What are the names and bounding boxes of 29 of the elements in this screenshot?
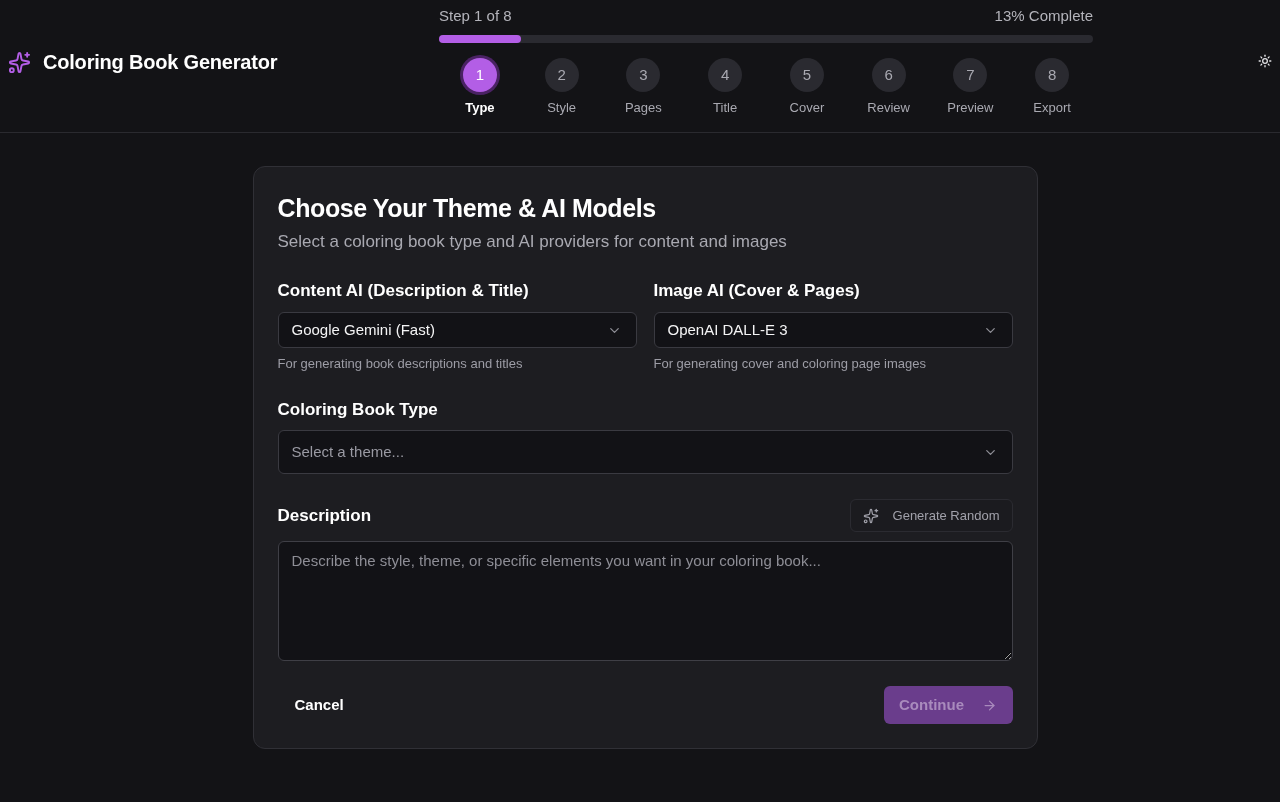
step-label: Type — [465, 99, 495, 117]
percent-complete: 13% Complete — [994, 6, 1093, 26]
theme-toggle-sun-icon[interactable] — [1258, 54, 1272, 68]
step-label: Pages — [624, 99, 662, 117]
dropdown-select[interactable]: OpenAI DALL-E 3 — [653, 312, 1013, 348]
generate-random-button[interactable]: Generate Random — [849, 499, 1013, 532]
step-label: Export — [1033, 99, 1071, 117]
step-label: Preview — [947, 99, 994, 117]
cancel-button[interactable]: Cancel — [277, 686, 361, 724]
field-label: Content AI (Description & Title) — [277, 280, 530, 302]
step-label: Title — [713, 99, 738, 117]
step-label: Review — [867, 99, 910, 117]
dropdown-select[interactable]: Select a theme... — [277, 430, 1013, 474]
step-label: Style — [547, 99, 577, 117]
field-label: Coloring Book Type — [277, 399, 439, 421]
card-subtitle: Select a coloring book type and AI providers for content and images — [277, 231, 788, 253]
field-label: Image AI (Cover & Pages) — [653, 280, 861, 302]
field-label: Description — [277, 504, 372, 527]
app-title: Coloring Book Generator — [43, 50, 278, 75]
sparkles-icon — [8, 50, 31, 74]
field-hint: For generating book descriptions and titles — [277, 355, 524, 373]
card-title: Choose Your Theme & AI Models — [277, 193, 657, 224]
description-textarea[interactable]: Describe the style, theme, or specific elements you want in your coloring book... — [277, 541, 1013, 661]
sparkles-icon — [862, 507, 879, 524]
step-counter: Step 1 of 8 — [439, 6, 512, 26]
dropdown-select[interactable]: Google Gemini (Fast) — [277, 312, 637, 348]
arrow-right-icon — [982, 697, 997, 713]
field-hint: For generating cover and coloring page images — [653, 355, 927, 373]
step-label: Cover — [789, 99, 825, 117]
